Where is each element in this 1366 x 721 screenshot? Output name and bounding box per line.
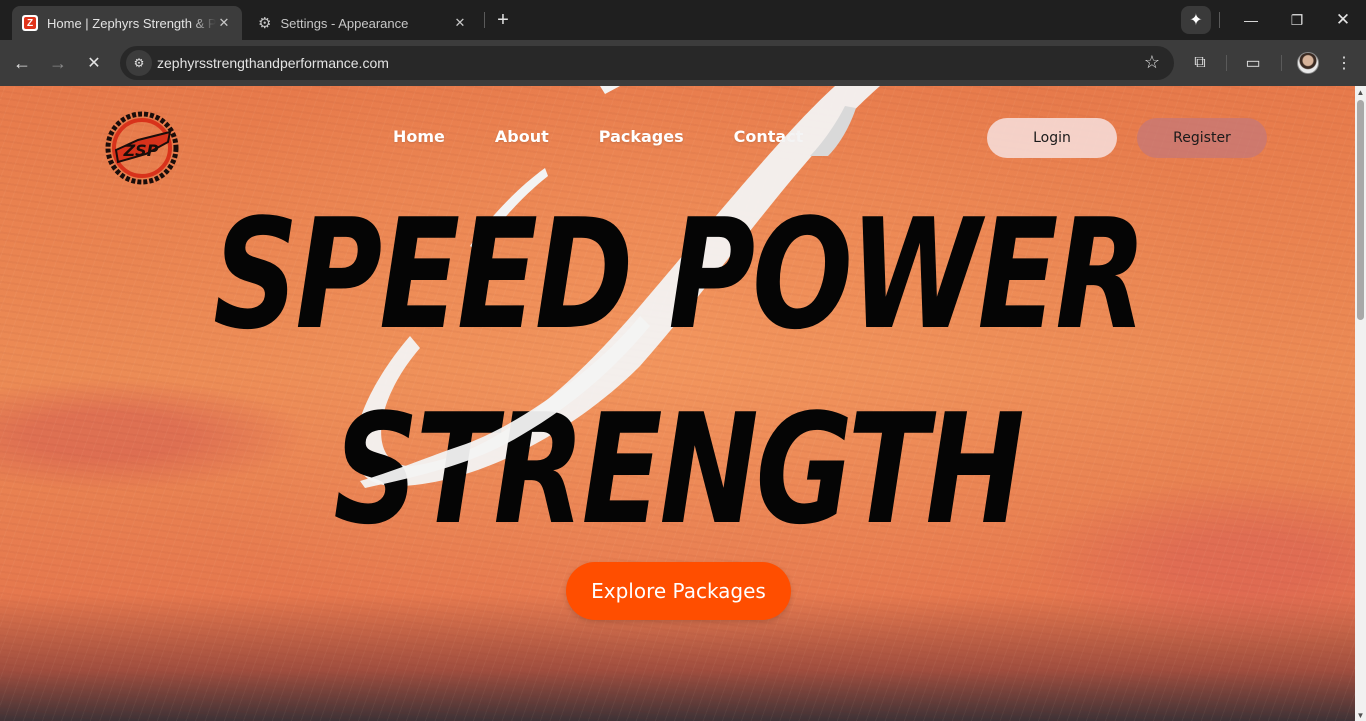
stop-loading-button[interactable]: ✕: [80, 49, 108, 77]
minimize-button[interactable]: —: [1228, 0, 1274, 40]
scroll-up-icon[interactable]: ▲: [1356, 87, 1365, 97]
tab-home[interactable]: Z Home | Zephyrs Strength & Performance …: [12, 6, 242, 40]
divider: [1281, 55, 1282, 71]
tab-settings[interactable]: ⚙ Settings - Appearance ✕: [248, 6, 478, 40]
site-favicon-icon: Z: [22, 15, 38, 31]
tab-strip: Z Home | Zephyrs Strength & Performance …: [0, 0, 1366, 40]
restore-button[interactable]: ❐: [1274, 0, 1320, 40]
tab-title: Settings - Appearance: [280, 15, 409, 31]
tab-divider: [484, 12, 485, 28]
close-tab-icon[interactable]: ✕: [452, 15, 468, 31]
forward-button[interactable]: →: [44, 49, 72, 77]
brush-swoosh-front: [360, 316, 650, 488]
divider: [1226, 55, 1227, 71]
tab-search-icon[interactable]: ▭: [1240, 50, 1266, 76]
scroll-down-icon[interactable]: ▼: [1356, 710, 1365, 720]
scrollbar-thumb[interactable]: [1357, 100, 1364, 320]
address-bar[interactable]: ⚙ zephyrsstrengthandperformance.com ☆: [120, 46, 1174, 80]
new-tab-button[interactable]: +: [492, 9, 514, 31]
hero-section: ZSP Home About Packages Contact Login Re…: [0, 86, 1355, 721]
site-info-icon[interactable]: ⚙: [126, 50, 152, 76]
menu-kebab-icon[interactable]: ⋮: [1331, 50, 1357, 76]
close-tab-icon[interactable]: ✕: [216, 15, 232, 31]
browser-toolbar: ← → ✕ ⚙ zephyrsstrengthandperformance.co…: [0, 40, 1366, 86]
gear-icon: ⚙: [258, 15, 272, 32]
extensions-icon[interactable]: ⧉: [1187, 50, 1213, 76]
explore-packages-button[interactable]: Explore Packages: [566, 562, 791, 620]
bookmark-star-icon[interactable]: ☆: [1144, 52, 1160, 73]
divider: [1219, 12, 1220, 28]
page-scrollbar[interactable]: ▲ ▼: [1355, 86, 1366, 721]
tab-title: Home | Zephyrs Strength & Performance: [47, 15, 216, 31]
back-button[interactable]: ←: [8, 49, 36, 77]
close-window-button[interactable]: ✕: [1320, 0, 1366, 40]
url-text: zephyrsstrengthandperformance.com: [157, 55, 389, 71]
gemini-icon[interactable]: ✦: [1181, 6, 1211, 34]
profile-avatar[interactable]: [1297, 52, 1319, 74]
